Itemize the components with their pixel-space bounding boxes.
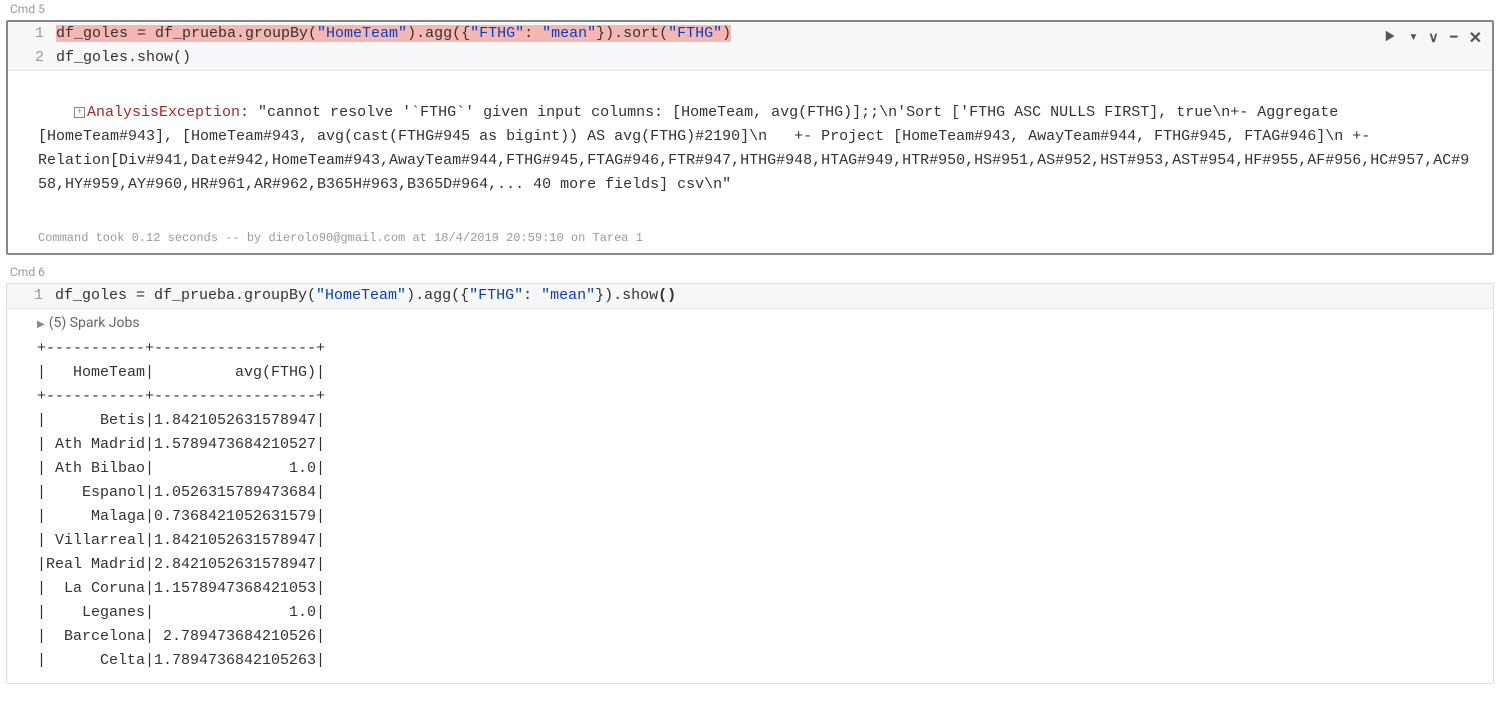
error-body: : "cannot resolve '`FTHG`' given input c… bbox=[38, 104, 1469, 193]
close-icon[interactable]: ✕ bbox=[1469, 28, 1482, 47]
caret-right-icon: ▶ bbox=[37, 319, 45, 330]
code-line[interactable]: 2df_goles.show() bbox=[8, 46, 1492, 70]
run-icon[interactable] bbox=[1384, 29, 1398, 47]
minimize-icon[interactable]: − bbox=[1449, 33, 1459, 43]
spark-jobs-label: (5) Spark Jobs bbox=[49, 315, 140, 331]
code-editor[interactable]: ▼ ∨ − ✕ 1df_goles = df_prueba.groupBy("H… bbox=[8, 22, 1492, 71]
line-number: 2 bbox=[8, 46, 56, 70]
code-line[interactable]: 1df_goles = df_prueba.groupBy("HomeTeam"… bbox=[8, 22, 1492, 46]
notebook-cell: 1df_goles = df_prueba.groupBy("HomeTeam"… bbox=[6, 283, 1494, 684]
line-number: 1 bbox=[7, 284, 55, 308]
notebook-cell: ▼ ∨ − ✕ 1df_goles = df_prueba.groupBy("H… bbox=[6, 20, 1494, 255]
spark-jobs-toggle[interactable]: ▶ (5) Spark Jobs bbox=[7, 309, 1493, 335]
expand-icon[interactable]: + bbox=[74, 107, 85, 118]
error-output: +AnalysisException: "cannot resolve '`FT… bbox=[8, 71, 1492, 227]
code-line[interactable]: 1df_goles = df_prueba.groupBy("HomeTeam"… bbox=[7, 284, 1493, 308]
cell-meta: Command took 0.12 seconds -- by dierolo9… bbox=[8, 227, 1492, 253]
cell-label: Cmd 6 bbox=[0, 263, 1500, 281]
text-output: +-----------+------------------+ | HomeT… bbox=[7, 335, 1493, 683]
code-editor[interactable]: 1df_goles = df_prueba.groupBy("HomeTeam"… bbox=[7, 284, 1493, 309]
chevron-down-icon[interactable]: ∨ bbox=[1428, 30, 1438, 46]
code-content[interactable]: df_goles.show() bbox=[56, 46, 203, 70]
error-label: AnalysisException bbox=[87, 104, 240, 121]
code-content[interactable]: df_goles = df_prueba.groupBy("HomeTeam")… bbox=[56, 22, 743, 46]
cell-toolbar: ▼ ∨ − ✕ bbox=[1384, 28, 1482, 47]
line-number: 1 bbox=[8, 22, 56, 46]
dropdown-icon[interactable]: ▼ bbox=[1408, 32, 1418, 43]
cell-label: Cmd 5 bbox=[0, 0, 1500, 18]
code-content[interactable]: df_goles = df_prueba.groupBy("HomeTeam")… bbox=[55, 284, 688, 308]
